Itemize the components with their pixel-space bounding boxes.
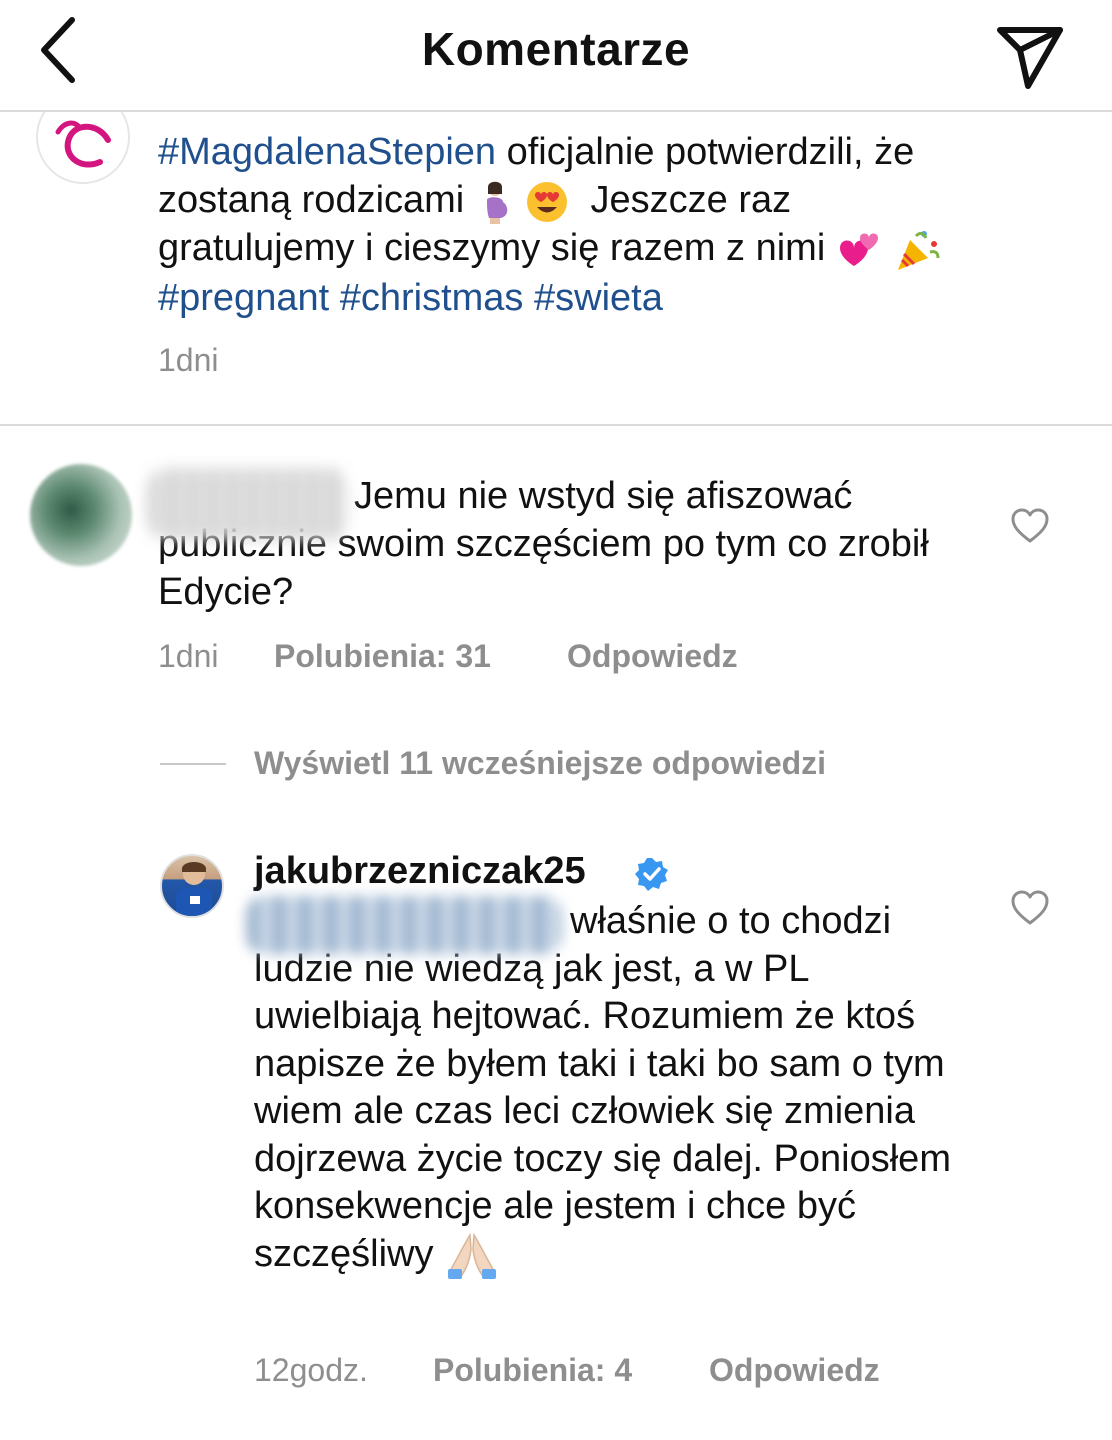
page-title: Komentarze: [421, 23, 691, 75]
heart-outline-icon[interactable]: [1010, 890, 1050, 926]
verified-badge-icon: [635, 858, 668, 891]
caption-line-3: gratulujemy i cieszymy się razem z nimi: [158, 227, 826, 269]
reply-timestamp: 12godz.: [254, 1352, 368, 1388]
party-popper-emoji: [898, 230, 940, 270]
revolving-hearts-emoji: [839, 233, 878, 266]
post-caption: #MagdalenaStepien oficjalnie potwierdzil…: [0, 112, 1112, 426]
caption-text: #MagdalenaStepien oficjalnie potwierdzil…: [158, 128, 1058, 322]
reply-reply-button[interactable]: Odpowiedz: [709, 1352, 880, 1389]
heart-outline-icon[interactable]: [1010, 508, 1050, 544]
reply-text: właśnie o to chodzi ludzie nie wiedzą ja…: [254, 898, 974, 1280]
pregnant-woman-emoji: [486, 181, 508, 224]
hashtag-christmas[interactable]: #christmas: [340, 277, 524, 319]
replies-divider: [160, 763, 226, 765]
heart-eyes-emoji: [527, 181, 568, 222]
caption-line-2: zostaną rodzicami: [158, 179, 465, 221]
caption-line-1: oficjalnie potwierdzili, że: [496, 131, 915, 173]
comment-likes-count[interactable]: Polubienia: 31: [274, 638, 491, 675]
player-photo-icon: [176, 862, 212, 916]
reply-author-avatar[interactable]: [160, 854, 224, 918]
brand-logo-icon: [55, 120, 111, 168]
hashtag-pregnant[interactable]: #pregnant: [158, 277, 329, 319]
reply-likes-count[interactable]: Polubienia: 4: [433, 1352, 632, 1389]
reply-body: właśnie o to chodzi ludzie nie wiedzą ja…: [254, 900, 951, 1275]
hashtag-swieta[interactable]: #swieta: [534, 277, 663, 319]
commenter-avatar-blurred[interactable]: [30, 464, 132, 566]
cropped-text-fragment: [158, 112, 858, 117]
reply-username[interactable]: jakubrzezniczak25: [254, 850, 586, 893]
caption-author-avatar[interactable]: [36, 112, 130, 184]
caption-line-2-end: Jeszcze raz: [590, 179, 792, 221]
comment-timestamp: 1dni: [158, 638, 219, 674]
folded-hands-emoji: [448, 1233, 497, 1280]
mentioned-username-blurred[interactable]: [246, 896, 562, 954]
paper-plane-icon: [997, 27, 1063, 89]
caption-cropped-line: [158, 112, 858, 127]
hashtag-link[interactable]: #MagdalenaStepien: [158, 131, 496, 173]
comment-reply-button[interactable]: Odpowiedz: [567, 638, 738, 675]
caption-timestamp: 1dni: [158, 342, 219, 378]
share-button[interactable]: [990, 12, 1070, 92]
view-earlier-replies-button[interactable]: Wyświetl 11 wcześniejsze odpowiedzi: [254, 745, 826, 782]
top-bar: Komentarze: [0, 0, 1112, 112]
comments-screen: Komentarze #MagdalenaStepien oficjalnie …: [0, 0, 1112, 1440]
commenter-username-blurred[interactable]: [148, 468, 348, 540]
